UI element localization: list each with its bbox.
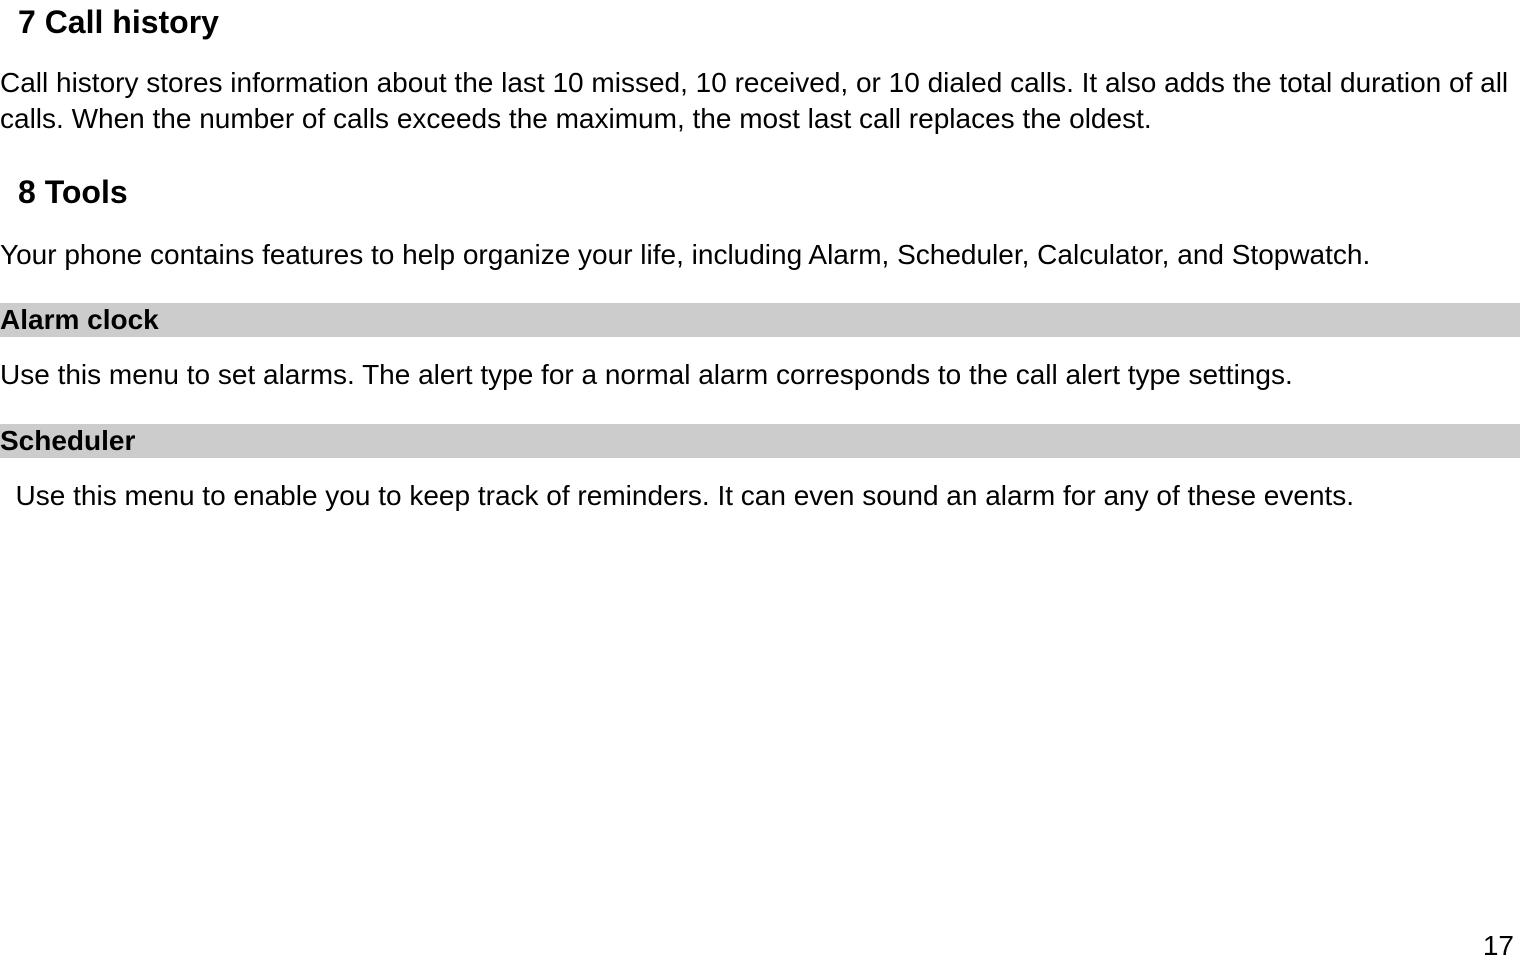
body-text-tools-intro: Your phone contains features to help org…: [0, 237, 1520, 273]
page-number: 17: [1483, 930, 1514, 962]
body-text-scheduler: Use this menu to enable you to keep trac…: [0, 478, 1520, 514]
body-text-call-history: Call history stores information about th…: [0, 65, 1520, 138]
section-heading-tools: 8 Tools: [18, 174, 1520, 211]
section-heading-call-history: 7 Call history: [18, 4, 1520, 41]
sub-heading-scheduler: Scheduler: [0, 424, 1520, 458]
body-text-alarm-clock: Use this menu to set alarms. The alert t…: [0, 357, 1520, 393]
document-page: 7 Call history Call history stores infor…: [0, 4, 1520, 970]
sub-heading-alarm-clock: Alarm clock: [0, 303, 1520, 337]
